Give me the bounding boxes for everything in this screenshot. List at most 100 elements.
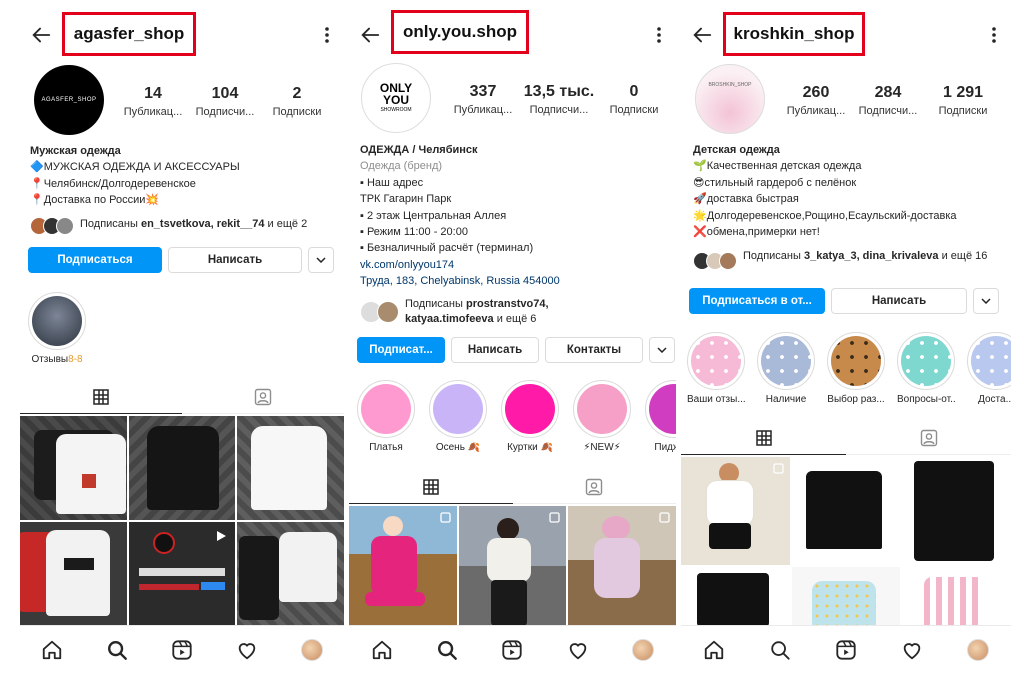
post-thumbnail[interactable] — [128, 416, 236, 520]
post-thumbnail[interactable] — [237, 522, 344, 626]
posts-label: Публикац... — [453, 104, 513, 116]
tab-tagged[interactable] — [513, 470, 677, 504]
follow-button[interactable]: Подписаться в от... — [689, 288, 825, 314]
carousel-icon — [659, 512, 670, 523]
action-buttons: Подписаться в от... Написать — [689, 288, 999, 314]
home-icon[interactable] — [371, 639, 393, 661]
posts-label: Публикац... — [786, 105, 846, 117]
tab-grid[interactable] — [681, 421, 846, 455]
highlight-item[interactable]: Пиджа... — [645, 380, 676, 453]
tab-grid[interactable] — [349, 470, 513, 504]
stat-following[interactable]: 2 Подписки — [264, 84, 330, 120]
more-options-icon[interactable] — [991, 24, 997, 46]
bottom-nav — [349, 625, 676, 683]
post-thumbnail[interactable] — [902, 567, 1011, 627]
highlight-item[interactable]: Осень 🍂 — [429, 380, 487, 453]
profile-stats: 260 Публикац... 284 Подписчи... 1 291 Подпи… — [781, 83, 1001, 119]
profile-avatar-icon[interactable] — [632, 638, 655, 661]
suggested-dropdown-button[interactable] — [973, 288, 999, 314]
follow-button[interactable]: Подписаться — [28, 247, 162, 273]
highlight-item[interactable]: Доста... — [967, 332, 1011, 405]
heart-icon[interactable] — [236, 639, 258, 661]
avatar[interactable]: BROSHKIN_SHOP — [695, 64, 765, 134]
search-icon[interactable] — [106, 639, 128, 661]
avatar[interactable]: AGASFER_SHOP — [34, 65, 104, 135]
post-thumbnail[interactable] — [681, 567, 790, 627]
bottom-nav — [20, 625, 344, 683]
suggested-dropdown-button[interactable] — [649, 337, 675, 363]
followers-count: 104 — [211, 85, 239, 102]
avatar-logo-text: YOU — [382, 93, 409, 107]
search-icon[interactable] — [769, 639, 791, 661]
post-thumbnail[interactable] — [791, 567, 901, 627]
post-thumbnail[interactable] — [681, 457, 790, 565]
stat-followers[interactable]: 284 Подписчи... — [851, 83, 925, 119]
stat-posts[interactable]: 337 Публикац... — [447, 82, 519, 118]
username-highlight-box: agasfer_shop — [62, 12, 196, 56]
tab-tagged[interactable] — [182, 380, 344, 414]
search-icon[interactable] — [436, 639, 458, 661]
post-thumbnail[interactable] — [568, 506, 676, 626]
stat-following[interactable]: 1 291 Подписки — [925, 83, 1001, 119]
post-thumbnail[interactable] — [458, 506, 567, 626]
stat-following[interactable]: 0 Подписки — [599, 82, 669, 118]
stat-followers[interactable]: 104 Подписчи... — [186, 84, 264, 120]
following-label: Подписки — [938, 105, 988, 117]
highlight-item[interactable]: Наличие — [757, 332, 815, 405]
back-arrow-icon[interactable] — [359, 24, 381, 46]
highlight-item[interactable]: Куртки 🍂 — [501, 380, 559, 453]
post-thumbnail[interactable] — [20, 522, 127, 626]
post-thumbnail[interactable] — [20, 416, 127, 520]
highlight-cover — [505, 384, 555, 434]
heart-icon[interactable] — [901, 639, 923, 661]
profile-avatar-icon[interactable] — [967, 638, 989, 661]
bio-address-link[interactable]: Труда, 183, Chelyabinsk, Russia 454000 — [360, 273, 666, 289]
chevron-down-icon — [981, 298, 991, 304]
profile-avatar-icon[interactable] — [300, 638, 323, 661]
post-thumbnail[interactable] — [791, 457, 901, 565]
followed-by[interactable]: Подписаны en_tsvetkova, rekit__74 и ещё … — [30, 217, 340, 235]
reels-icon[interactable] — [835, 639, 857, 661]
tab-tagged[interactable] — [846, 421, 1011, 455]
highlight-item[interactable]: Платья — [357, 380, 415, 453]
tab-grid[interactable] — [20, 380, 182, 414]
heart-icon[interactable] — [567, 639, 589, 661]
avatar-logo-text: BROSHKIN_SHOP — [708, 82, 752, 88]
profile-tabs — [681, 421, 1011, 455]
post-thumbnail[interactable] — [237, 416, 344, 520]
avatar[interactable]: ONLY YOU SHOWROOM — [361, 63, 431, 133]
highlight-item[interactable]: Ваши отзы... — [687, 332, 745, 405]
bio-line: Мужская одежда — [30, 145, 121, 157]
followed-by[interactable]: Подписаны prostranstvo74, katyaa.timofee… — [360, 297, 666, 327]
more-options-icon[interactable] — [656, 24, 662, 46]
followed-by-text: Подписаны en_tsvetkova, rekit__74 и ещё … — [80, 218, 308, 230]
back-arrow-icon[interactable] — [691, 24, 713, 46]
highlight-item[interactable]: Вопросы-от... — [897, 332, 955, 405]
message-button[interactable]: Написать — [168, 247, 302, 273]
highlight-item[interactable]: Выбор раз... — [827, 332, 885, 405]
followers-label: Подписчи... — [195, 106, 255, 118]
post-thumbnail[interactable] — [902, 457, 1011, 565]
stat-posts[interactable]: 260 Публикац... — [781, 83, 851, 119]
username-highlight-box: only.you.shop — [391, 10, 529, 54]
reels-icon[interactable] — [501, 639, 523, 661]
suggested-dropdown-button[interactable] — [308, 247, 334, 273]
home-icon[interactable] — [41, 639, 63, 661]
message-button[interactable]: Написать — [831, 288, 967, 314]
stat-posts[interactable]: 14 Публикац... — [120, 84, 186, 120]
home-icon[interactable] — [703, 639, 725, 661]
message-button[interactable]: Написать — [451, 337, 539, 363]
post-thumbnail[interactable] — [128, 522, 236, 626]
stat-followers[interactable]: 13,5 тыс. Подписчи... — [519, 82, 599, 118]
follow-button[interactable]: Подписат... — [357, 337, 445, 363]
followed-by[interactable]: Подписаны 3_katya_3, dina_krivaleva и ещ… — [693, 249, 997, 270]
more-options-icon[interactable] — [324, 24, 330, 46]
back-arrow-icon[interactable] — [30, 24, 52, 46]
highlight-item[interactable]: Отзывы8-8 — [28, 292, 86, 365]
contacts-button[interactable]: Контакты — [545, 337, 643, 363]
username: only.you.shop — [403, 22, 517, 41]
bio-website-link[interactable]: vk.com/onlyyou174 — [360, 257, 666, 273]
post-thumbnail[interactable] — [349, 506, 457, 626]
highlight-item[interactable]: ⚡NEW⚡ — [573, 380, 631, 453]
reels-icon[interactable] — [171, 639, 193, 661]
